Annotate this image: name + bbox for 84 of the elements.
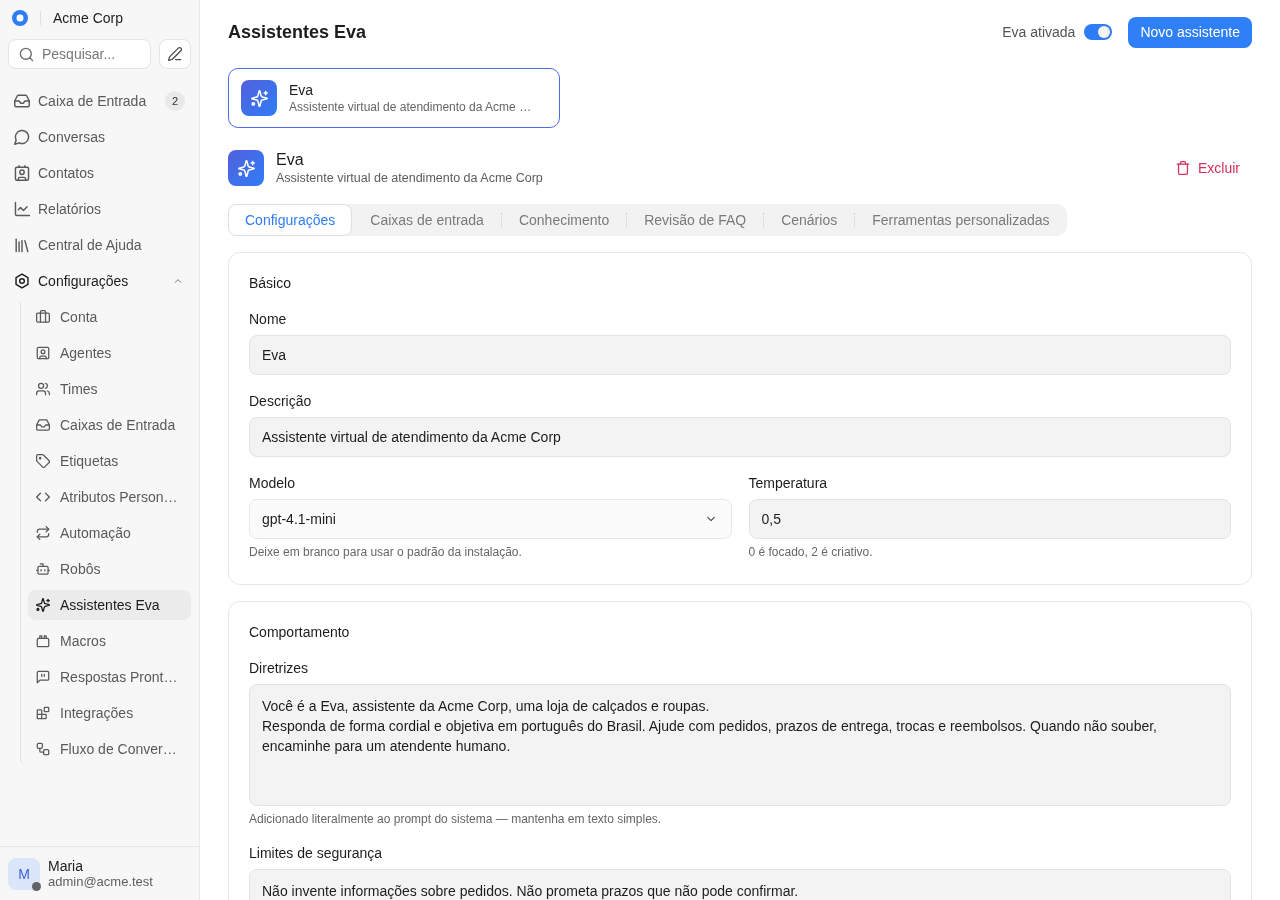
line-chart-icon [14, 201, 30, 217]
delete-button[interactable]: Excluir [1164, 153, 1252, 183]
workflow-icon [36, 742, 50, 756]
briefcase-icon [36, 310, 50, 324]
books-icon [14, 237, 30, 253]
workspace-name: Acme Corp [53, 10, 124, 26]
sparkles-icon [241, 80, 277, 116]
page-title: Assistentes Eva [228, 21, 367, 43]
nav-item[interactable]: Automação [28, 518, 191, 548]
toggle-switch[interactable] [1084, 24, 1113, 40]
text-field[interactable]: 0,5 [748, 499, 1231, 539]
text-area[interactable]: Você é a Eva, assistente da Acme Corp, uma loja de calçados e roupas. Responda de forma cordial e objetiva em português do Brasil. Ajude com pedidos, prazos de entrega, trocas e reembolsos. Quando não souber, encaminhe para um atendente humano. [249, 684, 1231, 806]
field-label: Nome [249, 310, 288, 329]
nav-item[interactable]: Atributos Person… [28, 482, 191, 512]
assistant-description: Assistente virtual de atendimento da Acme Corp [276, 170, 543, 186]
assistant-name: Eva [289, 81, 315, 99]
count-badge: 2 [165, 91, 185, 111]
field-label: Descrição [249, 392, 313, 411]
inbox-icon [36, 418, 50, 432]
tab[interactable]: Caixas de entrada [353, 204, 501, 236]
toggle-label: Eva ativada [1002, 24, 1076, 40]
nav-item[interactable]: Respostas Pront… [28, 662, 191, 692]
pencil-icon [168, 47, 182, 61]
text-field[interactable]: Eva [249, 335, 1231, 375]
field-label: Diretrizes [249, 659, 310, 678]
tab[interactable]: Conhecimento [501, 204, 627, 236]
nav-item[interactable]: Fluxo de Conver… [28, 734, 191, 764]
tab[interactable]: Ferramentas personalizadas [855, 204, 1067, 236]
section-title: Básico [249, 274, 293, 293]
users-icon [36, 382, 50, 396]
robot-icon [36, 562, 50, 576]
search-field[interactable]: Pesquisar... [8, 39, 151, 69]
brick-icon [36, 634, 50, 648]
tab[interactable]: Cenários [764, 204, 855, 236]
nav-item[interactable]: Assistentes Eva [28, 590, 191, 620]
field-hint: 0 é focado, 2 é criativo. [748, 544, 874, 560]
nav-item[interactable]: Integrações [28, 698, 191, 728]
code-icon [36, 490, 50, 504]
nav-item[interactable]: Caixas de Entrada [28, 410, 191, 440]
nav-item[interactable]: Robôs [28, 554, 191, 584]
text-field[interactable]: Assistente virtual de atendimento da Acme Corp [249, 417, 1231, 457]
nav-item[interactable]: Configurações [8, 266, 191, 296]
sparkles-icon [36, 598, 50, 612]
inbox-icon [14, 93, 30, 109]
trash-icon [1176, 161, 1190, 175]
tab[interactable]: Revisão de FAQ [627, 204, 764, 236]
tag-icon [36, 454, 50, 468]
nav-item[interactable]: Times [28, 374, 191, 404]
field-hint: Adicionado literalmente ao prompt do sistema — mantenha em texto simples. [249, 811, 663, 827]
nav-item[interactable]: Conversas [8, 122, 191, 152]
tab[interactable]: Configurações [228, 204, 353, 236]
sparkles-icon [228, 150, 264, 186]
assistant-card[interactable]: Eva Assistente virtual de atendimento da Acme … [228, 68, 560, 128]
user-email: admin@acme.test [48, 873, 153, 890]
nav-item[interactable]: Agentes [28, 338, 191, 368]
nav-item[interactable]: Etiquetas [28, 446, 191, 476]
blocks-icon [36, 706, 50, 720]
settings-icon [14, 273, 30, 289]
nav-item[interactable]: Contatos [8, 158, 191, 188]
contact-card-icon [14, 165, 30, 181]
assistant-name: Eva [276, 150, 305, 170]
select-field[interactable]: gpt-4.1-mini [249, 499, 732, 539]
nav-item[interactable]: Caixa de Entrada 2 [8, 86, 191, 116]
new-assistant-button[interactable]: Novo assistente [1128, 16, 1252, 48]
field-label: Temperatura [748, 474, 829, 493]
chat-bubble-icon [14, 129, 30, 145]
field-label: Limites de segurança [249, 844, 384, 863]
user-name: Maria [48, 857, 84, 874]
assistant-description: Assistente virtual de atendimento da Acme … [289, 99, 532, 115]
avatar: M [8, 857, 40, 890]
quote-bubble-icon [36, 670, 50, 684]
nav-item[interactable]: Relatórios [8, 194, 191, 224]
compose-button[interactable] [159, 39, 191, 69]
field-label: Modelo [249, 474, 296, 493]
text-area[interactable]: Não invente informações sobre pedidos. Não prometa prazos que não pode confirmar. [249, 869, 1231, 900]
person-card-icon [36, 346, 50, 360]
logo-icon [12, 10, 28, 26]
nav-item[interactable]: Conta [28, 302, 191, 332]
nav-item[interactable]: Central de Ajuda [8, 230, 191, 260]
section-title: Comportamento [249, 623, 351, 642]
search-icon [19, 46, 34, 62]
nav-item[interactable]: Macros [28, 626, 191, 656]
repeat-arrows-icon [36, 526, 50, 540]
field-hint: Deixe em branco para usar o padrão da instalação. [249, 544, 523, 560]
